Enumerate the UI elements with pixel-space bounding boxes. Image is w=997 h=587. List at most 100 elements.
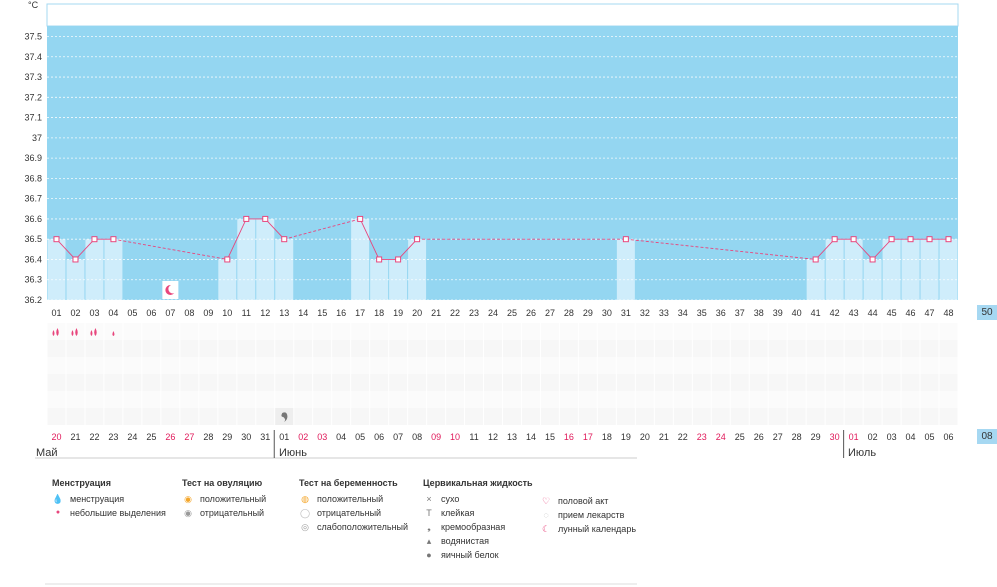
date-label: 12 <box>488 432 498 442</box>
cycle-day-label: 09 <box>203 308 213 318</box>
temp-point <box>831 236 838 243</box>
cycle-day-label: 01 <box>51 308 61 318</box>
cycle-day-label: 45 <box>887 308 897 318</box>
legend-item: ◯ отрицательный <box>299 506 408 520</box>
legend-title: Тест на овуляцию <box>182 478 263 488</box>
legend-item: 💧 менструация <box>52 492 166 506</box>
cycle-day-label: 16 <box>336 308 346 318</box>
legend-menstruation: Менструация 💧 менструация ● небольшие выде… <box>52 478 166 520</box>
cycle-day-label: 32 <box>640 308 650 318</box>
temp-point <box>91 236 98 243</box>
legend-cervical: Цервикальная жидкость × сухо Tклейкая ❟ кр… <box>423 478 533 562</box>
temp-point <box>281 236 288 243</box>
cycle-day-label: 47 <box>925 308 935 318</box>
cycle-day-label: 03 <box>89 308 99 318</box>
date-label: 20 <box>51 432 61 442</box>
cycle-day-label: 35 <box>697 308 707 318</box>
temp-point <box>357 215 364 222</box>
y-tick-label: 37 <box>32 133 42 143</box>
date-label: 14 <box>526 432 536 442</box>
legend-pregnancy: Тест на беременность ◍ положительный ◯ отр… <box>299 478 408 534</box>
cycle-day-label: 43 <box>849 308 859 318</box>
temp-column <box>47 239 66 300</box>
date-label: 11 <box>469 432 478 442</box>
y-tick-label: 37.3 <box>24 72 42 82</box>
date-label: 22 <box>89 432 99 442</box>
weak-positive-test-icon: ◎ <box>301 522 309 532</box>
legend-label: положительный <box>200 494 267 504</box>
creamy-icon: ❟ <box>427 522 431 532</box>
cycle-day-label: 44 <box>868 308 878 318</box>
date-label: 03 <box>317 432 327 442</box>
cycle-day-label: 31 <box>621 308 631 318</box>
temp-column <box>104 239 123 300</box>
negative-test-icon: ◯ <box>299 508 311 518</box>
date-label: 28 <box>203 432 213 442</box>
date-label: 21 <box>659 432 669 442</box>
date-label: 10 <box>450 432 460 442</box>
date-label: 22 <box>678 432 688 442</box>
date-label: 09 <box>431 432 441 442</box>
watery-icon: ▴ <box>426 536 432 546</box>
legend-item: ◍ положительный <box>299 492 408 506</box>
date-label: 16 <box>564 432 574 442</box>
temp-point <box>262 215 269 222</box>
cycle-day-label: 26 <box>526 308 536 318</box>
dry-icon: × <box>426 494 432 504</box>
month-label-may: Май <box>36 447 58 459</box>
legend-label: половой акт <box>558 496 609 506</box>
cycle-day-label: 06 <box>146 308 156 318</box>
temp-point <box>224 256 231 263</box>
legend-item: ♡ половой акт <box>540 494 636 508</box>
date-label: 24 <box>716 432 726 442</box>
legend-label: яичный белок <box>441 550 499 560</box>
temp-column <box>85 239 104 300</box>
date-label: 26 <box>165 432 175 442</box>
legend-item: ● яичный белок <box>423 548 533 562</box>
cycle-day-label: 36 <box>716 308 726 318</box>
cycle-day-label: 11 <box>242 308 251 318</box>
temp-column <box>920 239 939 300</box>
cycle-day-label: 33 <box>659 308 669 318</box>
cycle-day-label: 46 <box>906 308 916 318</box>
date-label: 23 <box>108 432 118 442</box>
legend-title: Тест на беременность <box>299 478 398 488</box>
legend-label: водянистая <box>441 536 490 546</box>
temp-column <box>901 239 920 300</box>
date-label: 30 <box>241 432 251 442</box>
temp-point <box>926 236 933 243</box>
cycle-day-label: 21 <box>431 308 441 318</box>
temp-point <box>622 236 629 243</box>
cycle-day-label: 20 <box>412 308 422 318</box>
legend-label: лунный календарь <box>558 524 637 534</box>
legend-item: ● небольшие выделения <box>52 506 166 520</box>
temp-point <box>850 236 857 243</box>
negative-test-icon: ◉ <box>184 508 192 518</box>
date-label: 25 <box>735 432 745 442</box>
date-label: 26 <box>754 432 764 442</box>
date-label: 30 <box>830 432 840 442</box>
cycle-day-label: 23 <box>469 308 479 318</box>
y-tick-label: 36.3 <box>24 275 42 285</box>
temp-column <box>882 239 901 300</box>
legend-label: слабоположительный <box>317 522 409 532</box>
cycle-day-label: 38 <box>754 308 764 318</box>
legend-label: небольшие выделения <box>70 508 166 518</box>
cycle-day-label: 39 <box>773 308 783 318</box>
cycle-day-label: 42 <box>830 308 840 318</box>
legend-label: кремообразная <box>441 522 506 532</box>
legend-item: ◌ прием лекарств <box>540 508 636 522</box>
legend-item: Tклейкая <box>423 506 533 520</box>
date-label: 13 <box>507 432 517 442</box>
y-tick-label: 36.6 <box>24 214 42 224</box>
temp-point <box>888 236 895 243</box>
cycle-day-label: 13 <box>279 308 289 318</box>
temp-point <box>869 256 876 263</box>
legend-label: отрицательный <box>200 508 265 518</box>
y-tick-label: 36.2 <box>24 295 42 305</box>
cycle-day-label: 22 <box>450 308 460 318</box>
cycle-total-box: 50 <box>977 305 997 320</box>
temp-point <box>243 215 250 222</box>
legend-item: ◎ слабоположительный <box>299 520 408 534</box>
sticky-icon: T <box>426 508 432 518</box>
